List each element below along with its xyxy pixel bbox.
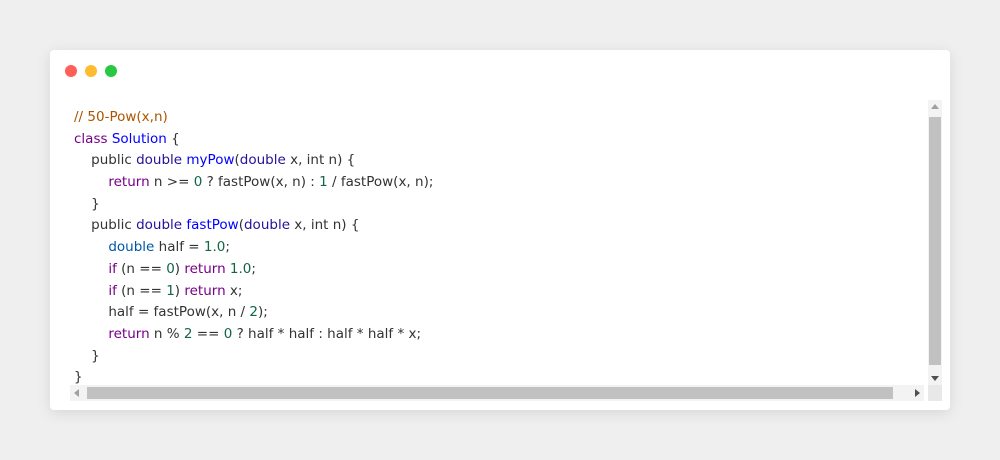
- code-line[interactable]: if (n == 1) return x;: [74, 281, 433, 303]
- maximize-dot-icon[interactable]: [105, 65, 117, 77]
- code-token-plain: public: [74, 152, 137, 169]
- code-token-keyword: if: [108, 260, 117, 277]
- horizontal-scroll-thumb[interactable]: [87, 387, 893, 399]
- code-line[interactable]: half = fastPow(x, n / 2);: [74, 302, 433, 324]
- code-view[interactable]: // 50-Pow(x,n) class Solution { public do…: [70, 100, 924, 385]
- code-line[interactable]: }: [74, 194, 433, 216]
- scroll-up-arrow-icon[interactable]: [928, 100, 942, 114]
- code-token-keyword: return: [184, 260, 226, 277]
- code-token-plain: n %: [149, 325, 184, 342]
- code-line[interactable]: double half = 1.0;: [74, 237, 433, 259]
- code-token-def: fastPow: [186, 217, 239, 234]
- code-token-plain: );: [258, 304, 268, 321]
- code-token-plain: ==: [192, 325, 224, 342]
- code-token-plain: half =: [154, 239, 204, 256]
- minimize-dot-icon[interactable]: [85, 65, 97, 77]
- code-token-plain: (n ==: [116, 282, 167, 299]
- code-token-plain: ;: [251, 260, 256, 277]
- code-token-plain: n >=: [149, 174, 194, 191]
- code-token-plain: }: [74, 369, 83, 385]
- code-token-def: Solution: [111, 130, 167, 147]
- scroll-down-arrow-icon[interactable]: [928, 371, 942, 385]
- code-token-number: 0: [193, 174, 203, 191]
- code-token-number: 1.0: [203, 239, 226, 256]
- code-token-plain: ? half * half : half * half * x;: [232, 325, 422, 342]
- code-token-plain: }: [74, 347, 100, 364]
- code-token-plain: public: [74, 217, 137, 234]
- code-token-number: 2: [249, 304, 258, 321]
- horizontal-scrollbar[interactable]: [70, 385, 924, 401]
- code-editor[interactable]: // 50-Pow(x,n) class Solution { public do…: [70, 100, 942, 452]
- code-token-keyword: return: [108, 174, 150, 191]
- code-token-type: double: [136, 217, 183, 234]
- code-token-keyword: if: [108, 282, 117, 299]
- code-token-number: 0: [166, 260, 175, 277]
- code-line[interactable]: return n % 2 == 0 ? half * half : half *…: [74, 324, 433, 346]
- code-token-keyword: class: [74, 130, 108, 147]
- code-token-keyword: return: [108, 325, 150, 342]
- code-line[interactable]: }: [74, 367, 433, 385]
- close-dot-icon[interactable]: [65, 65, 77, 77]
- code-token-plain: ): [174, 260, 185, 277]
- code-line[interactable]: class Solution {: [74, 129, 433, 151]
- code-token-keyword: return: [184, 282, 226, 299]
- code-token-type: double: [239, 152, 286, 169]
- vertical-scroll-thumb[interactable]: [929, 117, 941, 365]
- code-line[interactable]: return n >= 0 ? fastPow(x, n) : 1 / fast…: [74, 172, 433, 194]
- code-token-plain: {: [166, 130, 180, 147]
- vertical-scrollbar[interactable]: [928, 100, 942, 385]
- code-token-type: double: [136, 152, 183, 169]
- code-token-plain: / fastPow(x, n);: [327, 174, 434, 191]
- code-token-plain: half = fastPow(x, n /: [74, 304, 250, 321]
- code-line[interactable]: }: [74, 346, 433, 368]
- code-line[interactable]: public double myPow(double x, int n) {: [74, 150, 433, 172]
- code-line[interactable]: public double fastPow(double x, int n) {: [74, 215, 433, 237]
- code-token-number: 0: [223, 325, 233, 342]
- code-window: // 50-Pow(x,n) class Solution { public do…: [50, 50, 950, 410]
- code-token-plain: }: [74, 195, 100, 212]
- code-token-var-type: double: [108, 239, 155, 256]
- scrollbar-corner: [928, 385, 942, 401]
- code-token-plain: x;: [225, 282, 243, 299]
- code-token-plain: ? fastPow(x, n) :: [202, 174, 320, 191]
- code-token-plain: ): [174, 282, 185, 299]
- code-line[interactable]: // 50-Pow(x,n): [74, 107, 433, 129]
- code-token-plain: (n ==: [116, 260, 167, 277]
- code-token-comment: // 50-Pow(x,n): [74, 109, 168, 125]
- code-token-number: 1: [319, 174, 328, 191]
- code-token-type: double: [243, 217, 290, 234]
- scroll-right-arrow-icon[interactable]: [910, 385, 924, 401]
- scroll-left-arrow-icon[interactable]: [70, 385, 84, 401]
- code-token-plain: x, int n) {: [290, 217, 360, 234]
- code-token-number: 1: [166, 282, 175, 299]
- code-line[interactable]: if (n == 0) return 1.0;: [74, 259, 433, 281]
- code-token-def: myPow: [186, 152, 235, 169]
- code-token-plain: x, int n) {: [285, 152, 356, 169]
- code-token-number: 1.0: [229, 260, 252, 277]
- code-block[interactable]: // 50-Pow(x,n) class Solution { public do…: [74, 107, 433, 385]
- code-token-plain: ;: [225, 239, 230, 256]
